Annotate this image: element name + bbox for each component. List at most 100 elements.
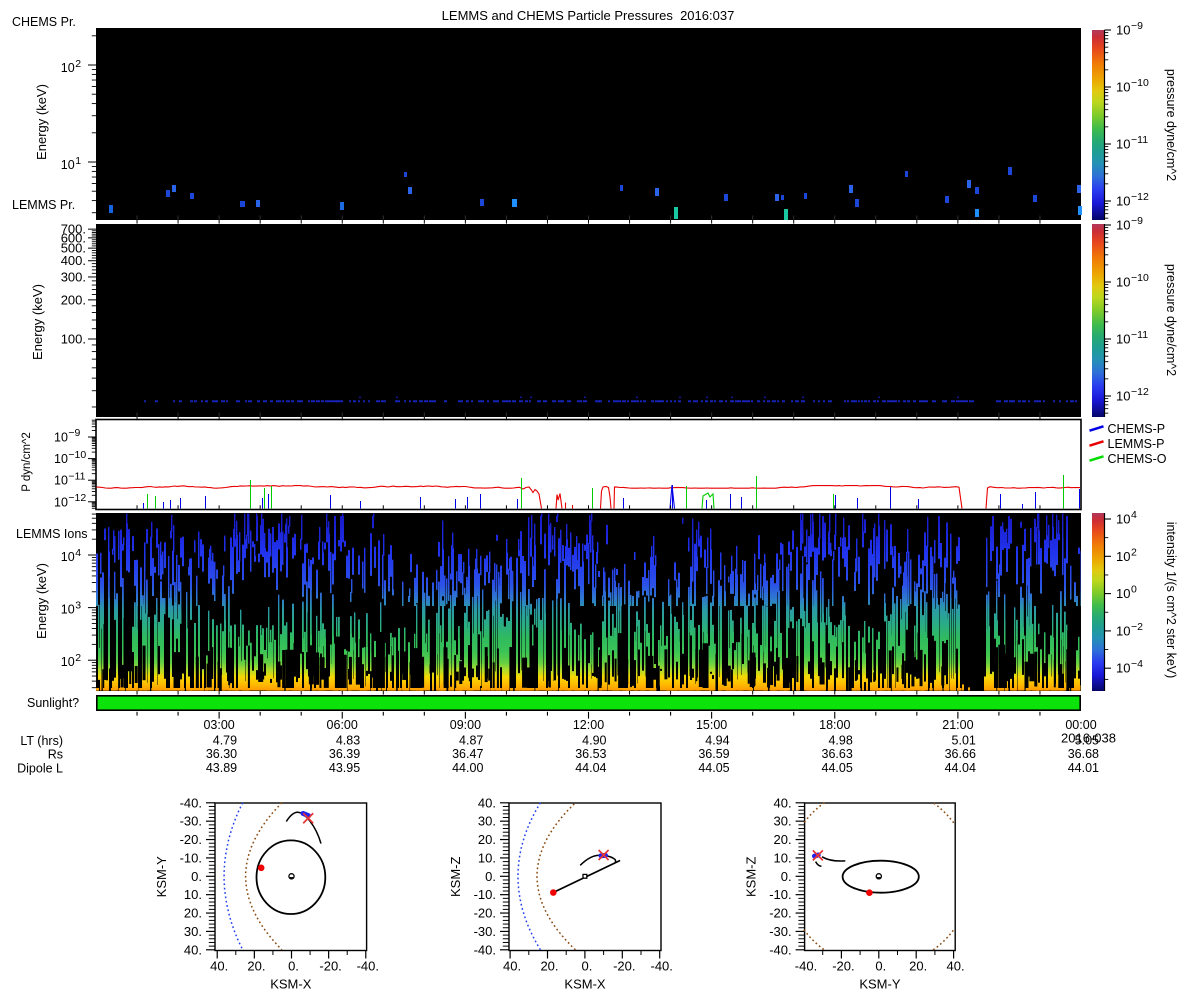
svg-text:CHEMS-P: CHEMS-P [1108,422,1166,436]
svg-text:LT (hrs): LT (hrs) [20,734,63,748]
svg-text:CHEMS Pr.: CHEMS Pr. [12,15,76,29]
svg-text:3: 3 [75,599,81,611]
svg-text:0.: 0. [288,959,299,974]
svg-text:40.: 40. [478,795,496,810]
svg-text:-40.: -40. [357,959,379,974]
svg-text:44.00: 44.00 [452,761,483,775]
svg-text:10: 10 [61,603,75,617]
svg-text:-40.: -40. [795,959,817,974]
svg-text:LEMMS Ions: LEMMS Ions [16,527,88,541]
svg-text:10: 10 [1116,549,1130,564]
svg-text:KSM-X: KSM-X [270,977,312,992]
svg-text:36.63: 36.63 [822,747,853,761]
svg-text:LEMMS Pr.: LEMMS Pr. [12,198,75,212]
svg-text:10: 10 [1116,661,1130,676]
svg-text:4: 4 [1131,509,1137,521]
svg-text:10: 10 [61,61,75,75]
svg-text:Energy (keV): Energy (keV) [34,84,49,160]
svg-text:21:00: 21:00 [942,718,973,732]
svg-text:intensity 1/(s cm^2 ster keV): intensity 1/(s cm^2 ster keV) [1164,522,1178,679]
svg-text:−4: −4 [1131,658,1143,670]
svg-text:Energy (keV): Energy (keV) [30,284,45,360]
svg-text:10.: 10. [478,850,496,865]
svg-text:2016-038: 2016-038 [1061,731,1116,746]
svg-text:10: 10 [54,474,68,488]
svg-text:10: 10 [1116,623,1130,638]
svg-text:−9: −9 [1131,20,1143,32]
svg-text:-30.: -30. [769,924,791,939]
svg-text:−11: −11 [1131,329,1148,341]
svg-text:LEMMS-P: LEMMS-P [1108,437,1165,451]
svg-text:36.59: 36.59 [698,747,729,761]
svg-text:Energy (keV): Energy (keV) [34,563,49,639]
svg-text:2: 2 [75,652,81,664]
svg-text:10: 10 [61,158,75,172]
svg-text:0.: 0. [875,959,886,974]
svg-text:10: 10 [54,431,68,445]
svg-text:KSM-Z: KSM-Z [448,856,463,897]
svg-text:36.53: 36.53 [575,747,606,761]
svg-text:10.: 10. [774,850,792,865]
svg-text:40.: 40. [184,942,202,957]
svg-text:10.: 10. [184,887,202,902]
svg-text:P dyn/cm^2: P dyn/cm^2 [21,432,33,492]
svg-text:44.05: 44.05 [822,761,853,775]
svg-text:−12: −12 [1131,191,1149,203]
svg-text:400.: 400. [61,253,86,268]
svg-text:2: 2 [1131,546,1137,558]
svg-text:30.: 30. [774,814,792,829]
svg-text:-30.: -30. [180,814,202,829]
svg-text:CHEMS-O: CHEMS-O [1108,452,1167,466]
svg-text:20.: 20. [184,906,202,921]
svg-text:-20.: -20. [180,832,202,847]
svg-text:10: 10 [61,655,75,669]
svg-text:−9: −9 [1131,215,1143,227]
svg-text:15:00: 15:00 [696,718,727,732]
svg-text:-10.: -10. [180,850,202,865]
svg-text:30.: 30. [184,924,202,939]
svg-text:44.04: 44.04 [575,761,606,775]
svg-text:KSM-X: KSM-X [564,977,606,992]
svg-text:300.: 300. [61,270,86,285]
svg-text:-40.: -40. [180,795,202,810]
svg-text:-30.: -30. [474,924,496,939]
svg-text:−10: −10 [68,449,86,461]
svg-text:43.89: 43.89 [206,761,237,775]
svg-text:10: 10 [1116,512,1130,527]
svg-text:0: 0 [1131,584,1137,596]
svg-text:pressure dyne/cm^2: pressure dyne/cm^2 [1164,264,1178,376]
svg-text:4.90: 4.90 [582,734,606,748]
svg-text:1: 1 [75,155,81,167]
svg-text:pressure dyne/cm^2: pressure dyne/cm^2 [1164,69,1178,181]
svg-text:4.98: 4.98 [828,734,852,748]
svg-text:44.01: 44.01 [1068,761,1099,775]
svg-text:2: 2 [75,58,81,70]
svg-text:−11: −11 [68,470,85,482]
svg-text:43.95: 43.95 [329,761,360,775]
svg-text:10: 10 [1116,275,1130,290]
svg-text:40.: 40. [503,959,521,974]
svg-text:-20.: -20. [832,959,854,974]
svg-text:20.: 20. [478,832,496,847]
svg-text:4.87: 4.87 [459,734,483,748]
svg-text:36.66: 36.66 [945,747,976,761]
svg-text:-20.: -20. [613,959,635,974]
svg-text:-40.: -40. [769,942,791,957]
svg-text:03:00: 03:00 [203,718,234,732]
svg-text:40.: 40. [774,795,792,810]
svg-text:100.: 100. [61,332,86,347]
svg-text:30.: 30. [478,814,496,829]
svg-text:36.30: 36.30 [206,747,237,761]
svg-text:10: 10 [1116,23,1130,38]
svg-text:-10.: -10. [769,887,791,902]
svg-text:0.: 0. [781,869,792,884]
svg-text:40.: 40. [210,959,228,974]
svg-text:−12: −12 [1131,386,1149,398]
svg-text:5.01: 5.01 [952,734,976,748]
svg-text:10: 10 [1116,218,1130,233]
svg-text:−10: −10 [1131,272,1149,284]
svg-text:Dipole L: Dipole L [17,762,63,776]
svg-text:4.94: 4.94 [705,734,729,748]
svg-text:10: 10 [1116,80,1130,95]
svg-text:0.: 0. [581,959,592,974]
